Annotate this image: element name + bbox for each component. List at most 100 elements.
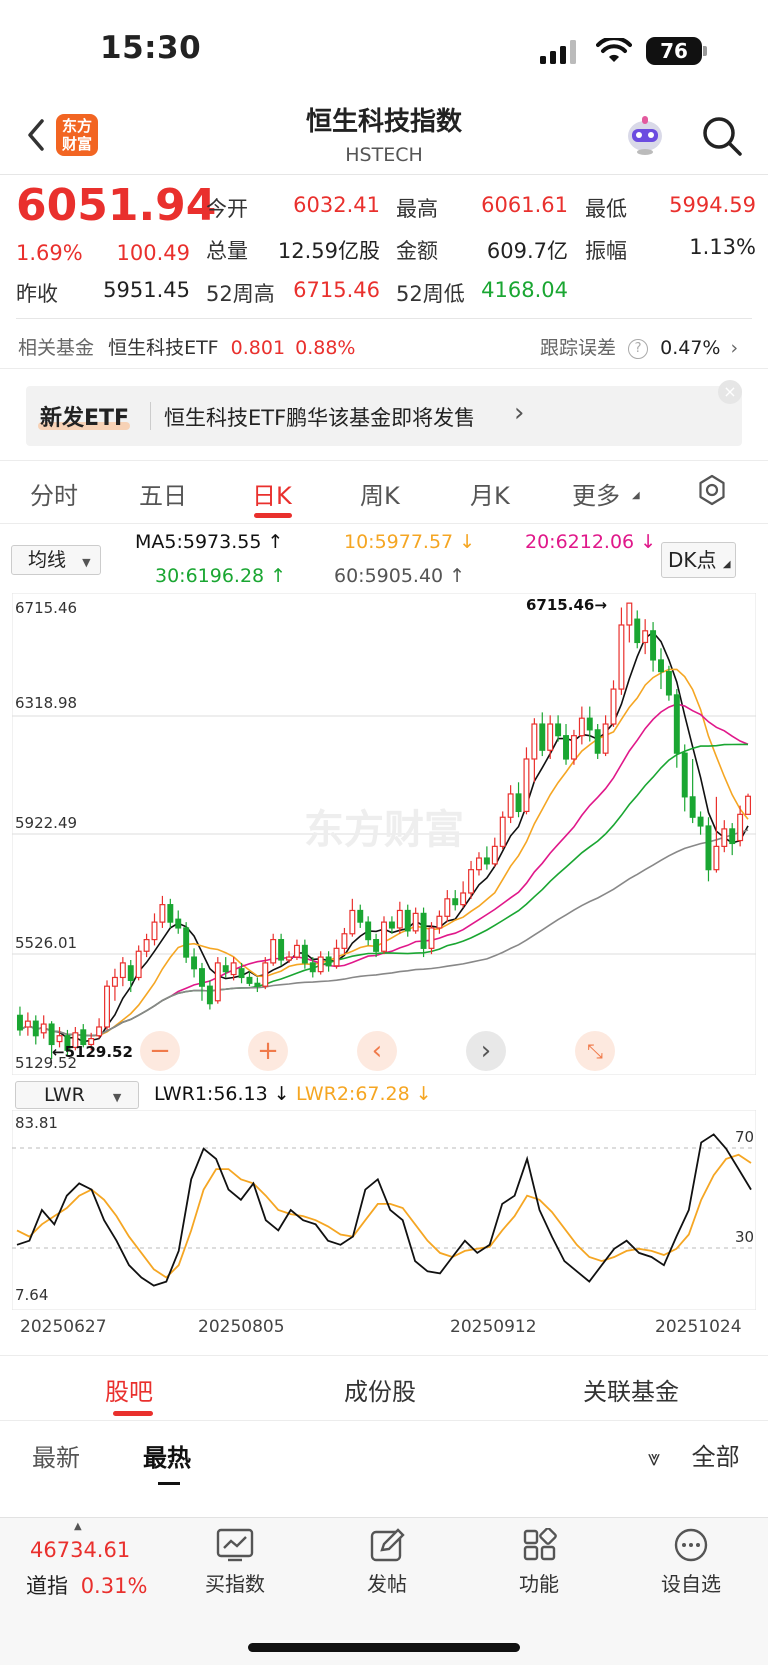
subtab-latest[interactable]: 最新: [32, 1438, 80, 1473]
ma30-line: [19, 743, 748, 1037]
candle: [531, 723, 538, 760]
tab-more[interactable]: 更多: [572, 476, 620, 511]
filter-button[interactable]: ⩔ 全部: [648, 1437, 740, 1472]
candle: [745, 795, 752, 815]
candle: [381, 921, 387, 952]
candle: [673, 694, 680, 754]
kline-chart[interactable]: 东方财富: [12, 593, 756, 1075]
candle: [586, 717, 593, 731]
candle: [119, 962, 126, 979]
tracking-error-row[interactable]: 跟踪误差 ? 0.47% ›: [540, 333, 738, 360]
candle: [729, 828, 736, 845]
amount-label: 金额: [396, 239, 438, 263]
lwr2-line: [16, 1153, 752, 1279]
candle: [48, 1023, 55, 1046]
candle: [737, 813, 744, 842]
candle: [444, 898, 451, 917]
candle: [199, 968, 205, 987]
watermark: 东方财富: [304, 807, 464, 853]
wk52-high-label: 52周高: [206, 282, 275, 306]
post-label: 发帖: [367, 1572, 407, 1596]
candle: [56, 1035, 63, 1043]
help-icon[interactable]: ?: [628, 339, 649, 359]
index-up-arrow-icon: ▲: [74, 1521, 82, 1532]
battery-icon: 76: [646, 37, 702, 65]
promo-banner[interactable]: 新发ETF 恒生科技ETF鹏华该基金即将发售 › ×: [26, 380, 742, 446]
candle: [214, 962, 221, 1002]
filter-label: 全部: [691, 1443, 740, 1471]
change-percent: 1.69%: [16, 241, 83, 265]
ai-assistant-robot-icon[interactable]: [622, 112, 668, 158]
candle: [658, 659, 664, 673]
tab-daily-k[interactable]: 日K: [252, 476, 292, 511]
index-ticker[interactable]: 道指 0.31%: [26, 1570, 147, 1600]
candle: [309, 962, 316, 973]
banner-chevron-icon: ›: [514, 398, 525, 428]
candle: [420, 912, 427, 949]
close-icon[interactable]: ×: [718, 380, 742, 404]
candle: [475, 857, 482, 871]
functions-button[interactable]: 功能: [484, 1528, 594, 1597]
tab-constituents[interactable]: 成份股: [344, 1372, 416, 1407]
zoom-out-button[interactable]: −: [140, 1031, 180, 1071]
subtab-hottest[interactable]: 最热: [143, 1438, 191, 1473]
related-fund-row[interactable]: 相关基金 恒生科技ETF 0.801 0.88%: [18, 333, 355, 360]
candle: [388, 921, 395, 929]
lwr-ref-label-30: 30: [735, 1228, 755, 1246]
candle: [412, 912, 419, 932]
candle: [191, 956, 198, 970]
chart-settings-gear-icon[interactable]: [696, 474, 728, 506]
fullscreen-icon[interactable]: ⤡: [575, 1031, 615, 1071]
candle: [373, 938, 380, 952]
candle: [436, 915, 443, 929]
candle: [111, 976, 118, 987]
ma30-label: 30:6196.28 ↑: [155, 565, 287, 587]
candle: [301, 944, 308, 964]
low-value: 5994.59: [669, 193, 756, 217]
lwr-indicator-select[interactable]: LWR ▼: [15, 1081, 139, 1109]
tab-five-day[interactable]: 五日: [139, 476, 187, 511]
candle: [483, 857, 490, 865]
candle: [460, 892, 467, 906]
post-button[interactable]: 发帖: [332, 1528, 442, 1597]
candle: [286, 956, 293, 961]
search-icon[interactable]: [700, 114, 744, 158]
candle: [167, 904, 174, 923]
candle: [452, 898, 459, 906]
status-time: 15:30: [100, 30, 202, 66]
tab-related-funds[interactable]: 关联基金: [583, 1372, 679, 1407]
candle: [317, 956, 324, 973]
chevron-right-icon: ›: [730, 337, 739, 359]
candle: [175, 918, 182, 929]
tab-monthly-k[interactable]: 月K: [470, 476, 510, 511]
prev-close-value: 5951.45: [103, 278, 190, 302]
tab-weekly-k[interactable]: 周K: [360, 476, 400, 511]
zoom-in-button[interactable]: +: [248, 1031, 288, 1071]
open-value: 6032.41: [293, 193, 380, 217]
lwr-chart[interactable]: [12, 1110, 756, 1310]
tab-forum[interactable]: 股吧: [105, 1372, 153, 1407]
tab-intraday[interactable]: 分时: [30, 476, 78, 511]
scroll-right-button[interactable]: ›: [466, 1031, 506, 1071]
indicator-select[interactable]: 均线 ▼: [11, 545, 101, 575]
candle: [159, 904, 166, 923]
add-watchlist-button[interactable]: 设自选: [636, 1528, 746, 1597]
filter-icon: ⩔: [648, 1446, 661, 1471]
dk-point-button[interactable]: DK点 ◢: [661, 542, 736, 578]
amplitude-value: 1.13%: [689, 235, 756, 259]
candle: [499, 816, 506, 847]
candle: [539, 723, 546, 751]
candle: [238, 968, 245, 979]
dk-point-label: DK点: [668, 548, 717, 572]
high-label: 最高: [396, 197, 438, 221]
chart-bottom-divider: [0, 1355, 768, 1356]
index-ticker-value[interactable]: 46734.61: [30, 1538, 130, 1562]
open-label: 今开: [206, 197, 248, 221]
banner-text: 恒生科技ETF鹏华该基金即将发售: [164, 406, 476, 430]
candle: [523, 758, 530, 813]
active-tab-indicator: [254, 513, 292, 518]
candle: [610, 688, 617, 725]
scroll-left-button[interactable]: ‹: [357, 1031, 397, 1071]
buy-index-button[interactable]: 买指数: [180, 1528, 290, 1597]
candle: [293, 944, 300, 958]
